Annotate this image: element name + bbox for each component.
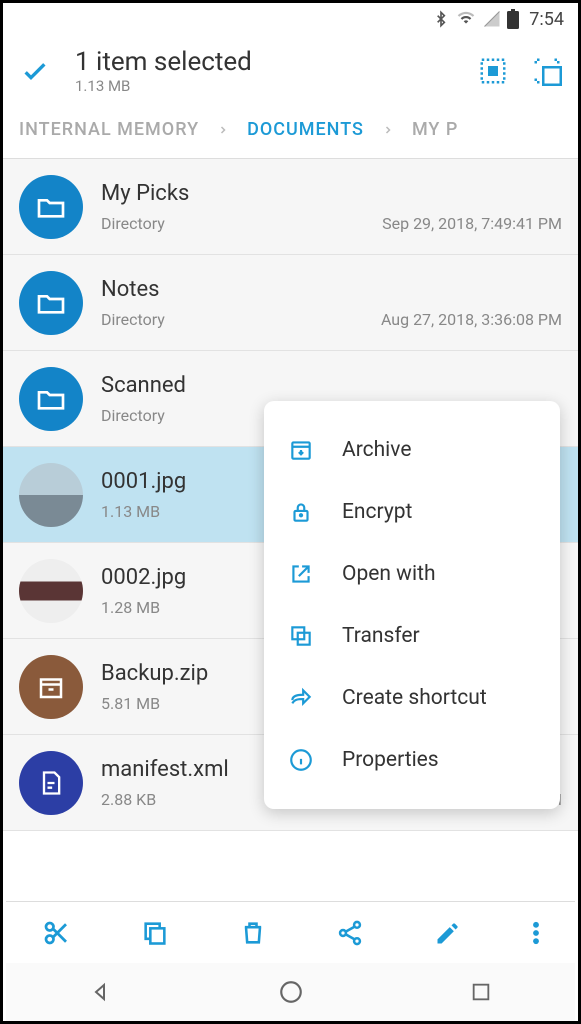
file-date: Sep 29, 2018, 7:49:41 PM (382, 214, 562, 233)
file-size: 1.28 MB (101, 598, 160, 617)
image-thumbnail-icon (19, 559, 83, 623)
more-icon[interactable] (532, 919, 540, 947)
edit-icon[interactable] (434, 919, 462, 947)
file-name: My Picks (101, 181, 562, 206)
selection-title: 1 item selected (75, 47, 478, 77)
cut-icon[interactable] (41, 918, 71, 948)
lock-icon (288, 499, 314, 525)
menu-label: Properties (342, 748, 439, 772)
folder-icon (19, 367, 83, 431)
transfer-icon (288, 623, 314, 649)
wifi-icon (455, 10, 477, 28)
file-name: Notes (101, 277, 562, 302)
open-external-icon (288, 561, 314, 587)
chevron-right-icon (382, 124, 394, 136)
folder-icon (19, 175, 83, 239)
menu-transfer[interactable]: Transfer (264, 605, 560, 667)
image-thumbnail-icon (19, 463, 83, 527)
back-icon[interactable] (89, 980, 113, 1004)
bluetooth-icon (433, 9, 449, 29)
file-size: 2.88 KB (101, 790, 156, 809)
breadcrumb-internal[interactable]: INTERNAL MEMORY (19, 119, 199, 140)
bottom-toolbar (6, 901, 575, 963)
folder-icon (19, 271, 83, 335)
context-menu: Archive Encrypt Open with Transfer Creat… (264, 401, 560, 809)
breadcrumb-mypicks[interactable]: MY P (412, 119, 458, 140)
list-item[interactable]: Notes Directory Aug 27, 2018, 3:36:08 PM (3, 255, 578, 351)
menu-archive[interactable]: Archive (264, 419, 560, 481)
recents-icon[interactable] (470, 981, 492, 1003)
signal-icon (483, 10, 501, 28)
list-item[interactable]: My Picks Directory Sep 29, 2018, 7:49:41 … (3, 159, 578, 255)
file-size: 5.81 MB (101, 694, 160, 713)
menu-label: Create shortcut (342, 686, 487, 710)
select-all-icon[interactable] (478, 56, 508, 86)
menu-encrypt[interactable]: Encrypt (264, 481, 560, 543)
menu-label: Open with (342, 562, 436, 586)
document-file-icon (19, 751, 83, 815)
menu-label: Transfer (342, 624, 420, 648)
menu-create-shortcut[interactable]: Create shortcut (264, 667, 560, 729)
menu-properties[interactable]: Properties (264, 729, 560, 791)
shortcut-arrow-icon (288, 685, 314, 711)
selection-info: 1 item selected 1.13 MB (75, 47, 478, 95)
menu-label: Archive (342, 438, 411, 462)
archive-file-icon (19, 655, 83, 719)
chevron-right-icon (217, 124, 229, 136)
breadcrumb-documents[interactable]: DOCUMENTS (247, 119, 364, 140)
info-icon (288, 747, 314, 773)
file-type: Directory (101, 310, 165, 329)
selection-header: 1 item selected 1.13 MB (3, 35, 578, 113)
clock-time: 7:54 (529, 9, 564, 30)
copy-icon[interactable] (141, 919, 169, 947)
status-bar: 7:54 (3, 3, 578, 35)
delete-icon[interactable] (239, 919, 267, 947)
share-icon[interactable] (336, 919, 364, 947)
file-type: Directory (101, 406, 165, 425)
file-date: Aug 27, 2018, 3:36:08 PM (381, 310, 562, 329)
menu-open-with[interactable]: Open with (264, 543, 560, 605)
navigation-bar (6, 963, 575, 1021)
file-size: 1.13 MB (101, 502, 160, 521)
breadcrumb: INTERNAL MEMORY DOCUMENTS MY P (3, 113, 578, 158)
select-none-icon[interactable] (532, 56, 562, 86)
done-icon[interactable] (19, 55, 51, 87)
home-icon[interactable] (278, 979, 304, 1005)
archive-icon (288, 437, 314, 463)
file-type: Directory (101, 214, 165, 233)
menu-label: Encrypt (342, 500, 412, 524)
file-name: Scanned (101, 373, 562, 398)
battery-icon (507, 9, 519, 29)
selection-size: 1.13 MB (75, 77, 478, 95)
